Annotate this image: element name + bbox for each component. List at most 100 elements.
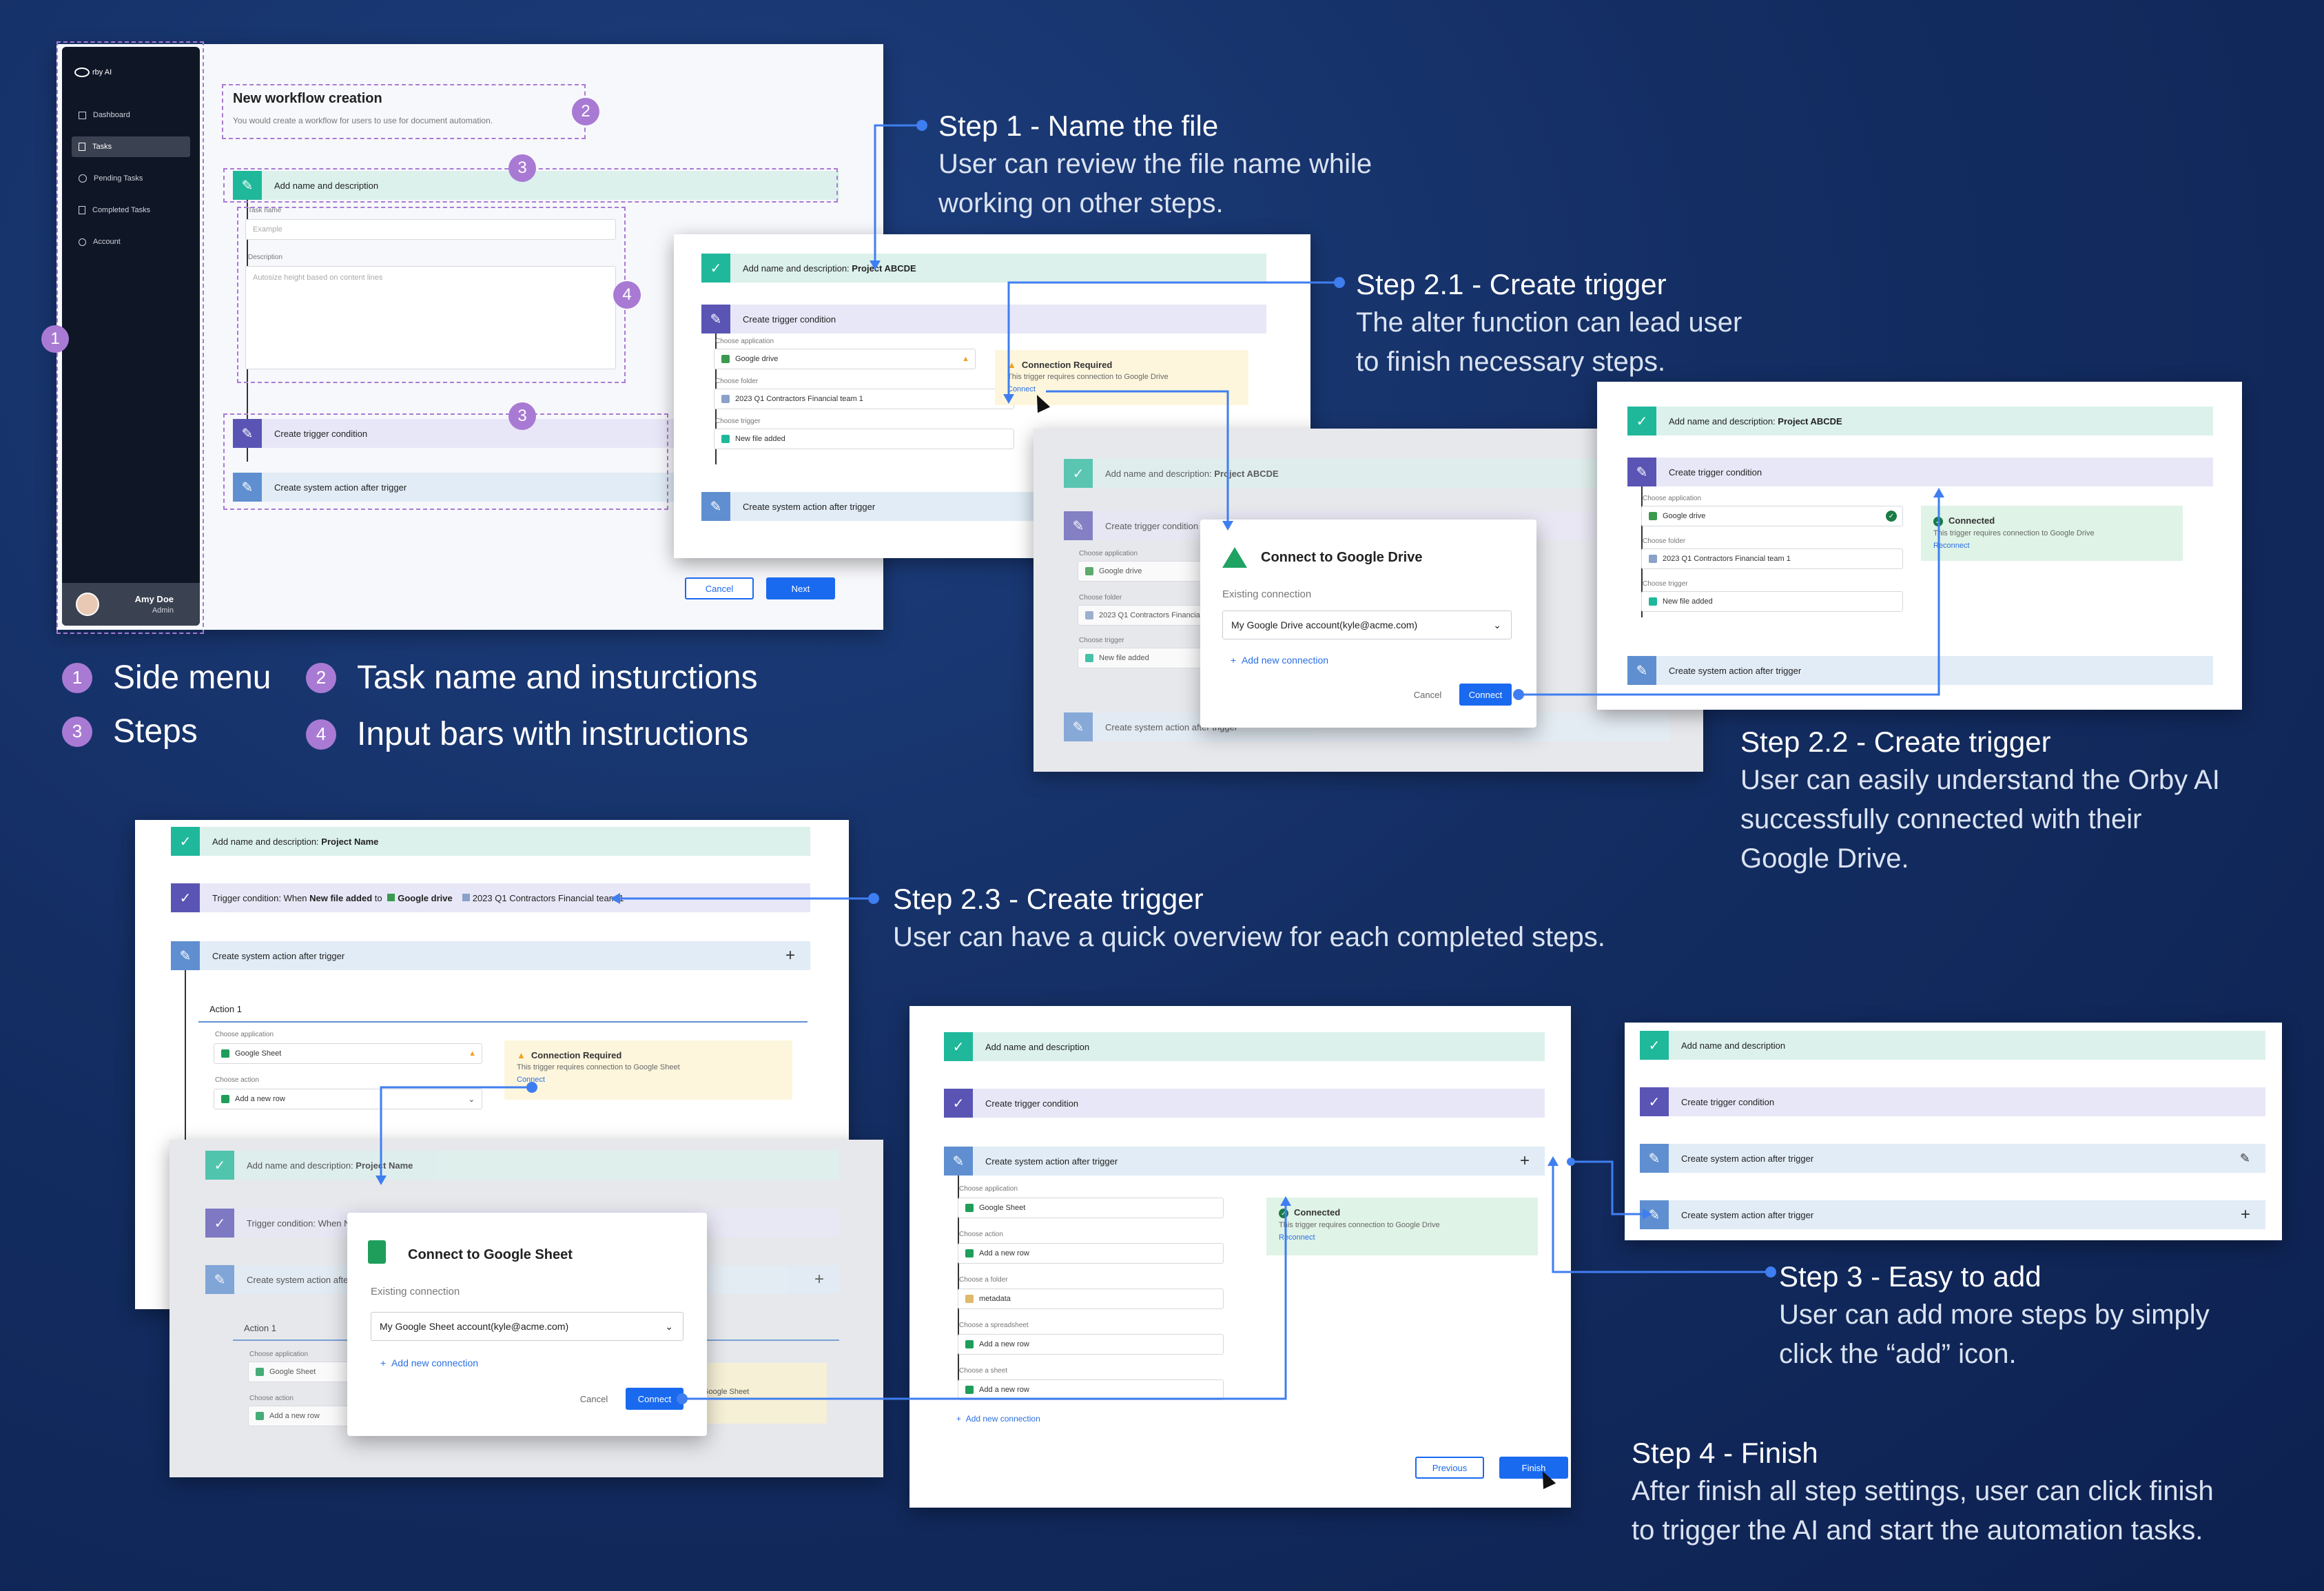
check-icon: ✓ [944, 1032, 973, 1061]
add-icon[interactable]: + [1520, 1151, 1530, 1171]
reconnect-link[interactable]: Reconnect [1279, 1233, 1525, 1242]
choose-action-label: Choose action [249, 1395, 294, 1402]
cancel-button[interactable]: Cancel [685, 577, 754, 599]
check-icon: ✓ [205, 1151, 234, 1180]
legend-steps: 3 Steps [62, 712, 198, 750]
trigger-select[interactable]: New file added [714, 429, 1014, 449]
choose-sheet-label: Choose a sheet [959, 1367, 1008, 1375]
dialog-title: Connect to Google Drive [1261, 550, 1423, 565]
choose-application-label: Choose application [715, 338, 774, 345]
step-system-action[interactable]: ✎ Create system action after trigger + [171, 941, 810, 970]
trigger-select[interactable]: New file added [1078, 648, 1215, 668]
folder-icon [1085, 611, 1093, 619]
choose-spreadsheet-label: Choose a spreadsheet [959, 1322, 1029, 1329]
folder-select[interactable]: metadata [958, 1289, 1224, 1309]
inputs-outline [237, 207, 626, 383]
connect-button[interactable]: Connect [626, 1388, 683, 1410]
choose-application-label: Choose application [215, 1031, 274, 1038]
choose-folder-label: Choose folder [715, 378, 759, 385]
action-select[interactable]: Add a new row [958, 1243, 1224, 1264]
action-select[interactable]: Add a new row ⌄ [214, 1089, 482, 1109]
step-trigger-active[interactable]: ✎ Create trigger condition [701, 305, 1266, 333]
pencil-icon: ✎ [205, 1265, 234, 1294]
application-select[interactable]: Google Sheet [958, 1198, 1224, 1218]
cancel-button[interactable]: Cancel [572, 1388, 616, 1410]
reconnect-link[interactable]: Reconnect [1933, 542, 2170, 550]
add-icon[interactable]: + [814, 1270, 824, 1289]
choose-application-label: Choose application [1643, 495, 1702, 502]
step-trigger-active[interactable]: ✎ Create trigger condition [1627, 458, 2213, 486]
step-add-done[interactable]: ✓ Add name and description [944, 1032, 1545, 1061]
task-name-outline [222, 84, 586, 139]
legend-task-name: 2 Task name and insturctions [306, 659, 758, 697]
check-icon: ✓ [1064, 459, 1093, 488]
choose-application-label: Choose application [1079, 550, 1138, 557]
step-system-action[interactable]: ✎ Create system action after trigger [1627, 656, 2213, 685]
action-1-header: Action 1 [198, 996, 808, 1023]
dialog-subtitle: Existing connection [371, 1286, 460, 1297]
chevron-down-icon: ⌄ [1493, 619, 1501, 630]
pencil-icon: ✎ [701, 305, 730, 333]
application-select[interactable]: Google Sheet [248, 1362, 358, 1382]
choose-action-label: Choose action [215, 1076, 259, 1084]
step-add-done[interactable]: ✓ Add name and description [1640, 1031, 2265, 1060]
connect-button[interactable]: Connect [1459, 684, 1512, 706]
application-select[interactable]: Google drive [1078, 561, 1215, 582]
step-trigger-done[interactable]: ✓ Create trigger condition [1640, 1087, 2265, 1116]
warning-icon: ▲ [469, 1049, 476, 1058]
account-select[interactable]: My Google Drive account(kyle@acme.com) ⌄ [1222, 610, 1512, 639]
application-select[interactable]: Google drive ▲ [714, 349, 976, 369]
file-icon [721, 435, 730, 443]
pencil-icon: ✎ [701, 492, 730, 521]
step-add-done[interactable]: ✓ Add name and description: Project ABCD… [701, 254, 1266, 283]
step-system-action[interactable]: ✎ Create system action after trigger + [944, 1147, 1545, 1176]
trigger-select[interactable]: New file added [1641, 591, 1903, 612]
add-connection-link[interactable]: + Add new connection [380, 1357, 478, 1368]
folder-icon [1649, 555, 1657, 563]
connection-required-alert: ▲ Connection Required This trigger requir… [504, 1040, 792, 1100]
account-select[interactable]: My Google Sheet account(kyle@acme.com) ⌄ [371, 1312, 683, 1341]
pencil-icon: ✎ [1640, 1200, 1669, 1229]
step-trigger-done[interactable]: ✓ Create trigger condition [944, 1089, 1545, 1118]
add-icon[interactable]: + [785, 946, 795, 965]
folder-select[interactable]: 2023 Q1 Contractors Financial team 1 [714, 389, 1014, 409]
add-icon[interactable]: + [2241, 1205, 2250, 1224]
action-select[interactable]: Add a new row [248, 1406, 358, 1426]
step-trigger-summary[interactable]: ✓ Trigger condition: When New file added… [171, 883, 810, 912]
step-add-done[interactable]: ✓ Add name and description: Project ABCD… [1627, 407, 2213, 435]
edit-icon[interactable]: ✎ [2240, 1151, 2250, 1166]
finish-button[interactable]: Finish [1499, 1457, 1568, 1479]
folder-icon [462, 893, 470, 901]
check-icon: ✓ [701, 254, 730, 283]
connect-google-sheet-dialog: Connect to Google Sheet Existing connect… [347, 1213, 707, 1436]
connect-google-drive-dialog: Connect to Google Drive Existing connect… [1200, 520, 1536, 728]
application-select[interactable]: Google Sheet ▲ [214, 1043, 482, 1064]
step-add-done[interactable]: ✓ Add name and description: Project ABCD… [1064, 459, 1670, 488]
application-select[interactable]: Google drive ✓ [1641, 506, 1903, 526]
step3-added-screen: ✓ Add name and description ✓ Create trig… [1625, 1023, 2282, 1240]
add-connection-link[interactable]: + Add new connection [956, 1414, 1040, 1424]
choose-application-label: Choose application [249, 1351, 309, 1358]
pencil-icon: ✎ [1064, 511, 1093, 540]
step-add-done[interactable]: ✓ Add name and description: Project Name [171, 827, 810, 856]
folder-select[interactable]: 2023 Q1 Contractors Financial team 1 [1078, 605, 1215, 626]
previous-button[interactable]: Previous [1415, 1457, 1484, 1479]
add-connection-link[interactable]: + Add new connection [1231, 655, 1328, 666]
step3-screen: ✓ Add name and description ✓ Create trig… [909, 1006, 1571, 1508]
next-button[interactable]: Next [766, 577, 835, 599]
spreadsheet-select[interactable]: Add a new row [958, 1334, 1224, 1355]
badge-3b: 3 [508, 402, 536, 430]
cancel-button[interactable]: Cancel [1407, 684, 1448, 706]
choose-trigger-label: Choose trigger [715, 418, 761, 425]
connect-link[interactable]: Connect [517, 1076, 780, 1084]
google-drive-icon [1649, 512, 1657, 520]
side-menu-outline [56, 41, 204, 634]
sheet-select[interactable]: Add a new row [958, 1379, 1224, 1400]
warning-icon: ▲ [1007, 360, 1016, 370]
step-add-done[interactable]: ✓ Add name and description: Project Name [205, 1151, 839, 1180]
sheet-row-icon [965, 1386, 974, 1394]
step-system-action[interactable]: ✎ Create system action after trigger ✎ [1640, 1144, 2265, 1173]
check-icon: ✓ [171, 827, 200, 856]
step-system-action-new[interactable]: ✎ Create system action after trigger + [1640, 1200, 2265, 1229]
folder-select[interactable]: 2023 Q1 Contractors Financial team 1 [1641, 548, 1903, 569]
